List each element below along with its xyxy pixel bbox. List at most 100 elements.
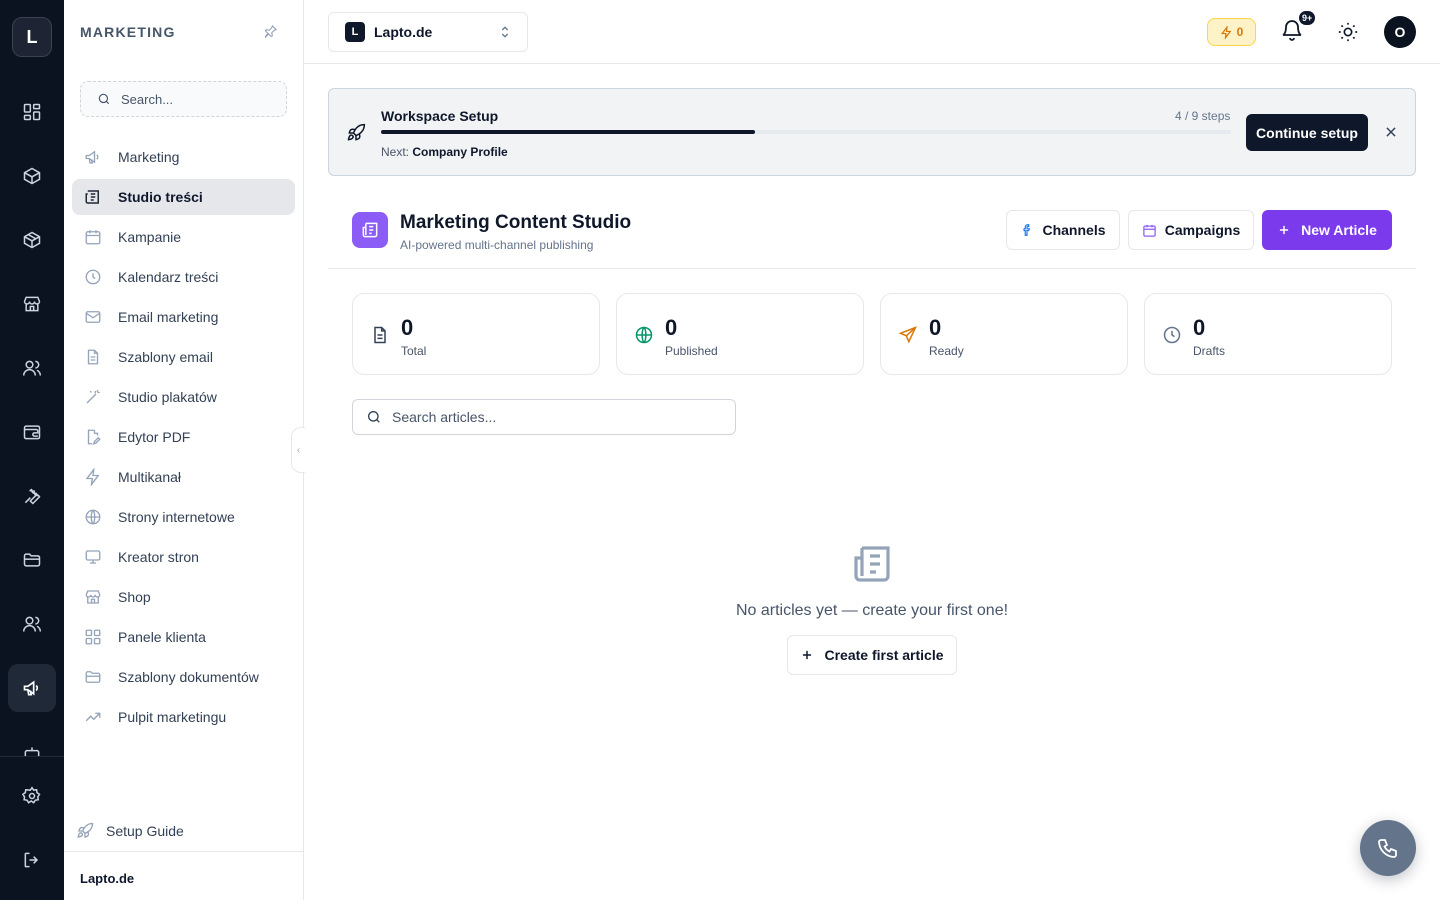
theme-toggle-button[interactable] xyxy=(1337,21,1359,43)
create-first-article-button[interactable]: Create first article xyxy=(787,635,957,675)
facebook-icon xyxy=(1023,224,1031,236)
sidebar-item-studio-tresci[interactable]: Studio treści xyxy=(72,179,295,215)
setup-next-label: Next: xyxy=(381,145,410,159)
campaigns-button[interactable]: Campaigns xyxy=(1128,210,1254,250)
megaphone-icon xyxy=(23,680,39,696)
sidebar-item-label: Studio treści xyxy=(118,189,203,205)
plus-icon xyxy=(803,650,812,660)
workspace-selector[interactable]: L Lapto.de xyxy=(328,12,528,52)
setup-next-step: Next: Company Profile xyxy=(381,145,508,159)
plus-icon xyxy=(1280,225,1289,235)
file-icon xyxy=(374,326,386,344)
file-text-icon xyxy=(87,349,99,365)
app-rail: L xyxy=(0,0,64,900)
continue-setup-button[interactable]: Continue setup xyxy=(1246,114,1368,151)
trending-up-icon xyxy=(85,712,101,722)
sidebar-item-label: Panele klienta xyxy=(118,629,206,645)
sidebar-search-input[interactable] xyxy=(121,91,271,107)
close-setup-button[interactable] xyxy=(1384,125,1398,139)
rail-contacts-button[interactable] xyxy=(8,344,56,392)
sidebar-item-szablony-dokumentow[interactable]: Szablony dokumentów xyxy=(72,659,295,695)
sidebar-item-email-marketing[interactable]: Email marketing xyxy=(72,299,295,335)
sidebar: MARKETING Marketing Studio treści Kampan… xyxy=(64,0,304,900)
sidebar-item-marketing[interactable]: Marketing xyxy=(72,139,295,175)
logout-icon xyxy=(24,852,39,868)
pin-icon xyxy=(264,24,278,39)
sidebar-item-pulpit-marketingu[interactable]: Pulpit marketingu xyxy=(72,699,295,735)
rail-team-button[interactable] xyxy=(8,600,56,648)
sidebar-item-label: Multikanał xyxy=(118,469,182,485)
rocket-icon xyxy=(347,123,366,141)
create-first-article-label: Create first article xyxy=(824,647,944,663)
sidebar-collapse-handle[interactable]: ‹ xyxy=(291,427,305,473)
pin-button[interactable] xyxy=(263,24,278,39)
stat-label: Ready xyxy=(929,344,964,358)
wand-icon xyxy=(86,389,100,404)
rail-tools-button[interactable] xyxy=(8,472,56,520)
stat-value: 0 xyxy=(929,315,942,340)
globe-icon xyxy=(85,509,101,525)
stat-card-published: 0 Published xyxy=(616,293,864,375)
chevron-up-down-icon xyxy=(501,26,509,38)
sidebar-item-panele-klienta[interactable]: Panele klienta xyxy=(72,619,295,655)
sidebar-item-shop[interactable]: Shop xyxy=(72,579,295,615)
sidebar-item-label: Marketing xyxy=(118,149,180,165)
sidebar-item-kampanie[interactable]: Kampanie xyxy=(72,219,295,255)
folder-icon xyxy=(23,553,41,567)
globe-icon xyxy=(635,326,653,344)
rail-logout-button[interactable] xyxy=(8,836,56,884)
chevron-left-icon: ‹ xyxy=(296,444,301,456)
call-support-button[interactable] xyxy=(1360,820,1416,876)
channels-button[interactable]: Channels xyxy=(1006,210,1120,250)
article-search[interactable] xyxy=(352,399,736,435)
sidebar-item-studio-plakatow[interactable]: Studio plakatów xyxy=(72,379,295,415)
sidebar-item-edytor-pdf[interactable]: Edytor PDF xyxy=(72,419,295,455)
sidebar-item-szablony-email[interactable]: Szablony email xyxy=(72,339,295,375)
page-subtitle: AI-powered multi-channel publishing xyxy=(400,238,594,252)
rail-dashboard-button[interactable] xyxy=(8,88,56,136)
rail-automation-button[interactable] xyxy=(8,734,56,756)
sidebar-title: MARKETING xyxy=(80,24,176,40)
newspaper-icon xyxy=(854,546,890,582)
setup-progress-bar xyxy=(381,130,1231,134)
grid-icon xyxy=(85,629,101,645)
rocket-icon xyxy=(77,822,94,838)
app-logo[interactable]: L xyxy=(12,17,52,57)
rail-store-button[interactable] xyxy=(8,280,56,328)
rail-products-button[interactable] xyxy=(8,152,56,200)
sidebar-item-label: Studio plakatów xyxy=(118,389,217,405)
rail-files-button[interactable] xyxy=(8,536,56,584)
credits-count: 0 xyxy=(1236,25,1244,39)
new-article-button[interactable]: New Article xyxy=(1262,210,1392,250)
setup-steps-count: 4 / 9 steps xyxy=(1175,109,1231,123)
sidebar-item-kreator-stron[interactable]: Kreator stron xyxy=(72,539,295,575)
sidebar-item-strony-internetowe[interactable]: Strony internetowe xyxy=(72,499,295,535)
store-icon xyxy=(85,590,101,604)
grid-icon xyxy=(23,103,41,121)
sidebar-item-label: Kreator stron xyxy=(118,549,199,565)
rail-inventory-button[interactable] xyxy=(8,216,56,264)
calendar-icon xyxy=(85,230,101,245)
rail-finance-button[interactable] xyxy=(8,408,56,456)
sidebar-item-multikanal[interactable]: Multikanał xyxy=(72,459,295,495)
credits-badge[interactable]: 0 xyxy=(1207,18,1256,46)
calendar-icon xyxy=(1143,224,1156,237)
rail-marketing-button[interactable] xyxy=(8,664,56,712)
article-search-input[interactable] xyxy=(392,409,722,425)
new-article-label: New Article xyxy=(1301,222,1377,238)
sidebar-footer-workspace: Lapto.de xyxy=(64,851,303,900)
mail-icon xyxy=(85,311,101,323)
stat-value: 0 xyxy=(665,315,678,340)
sidebar-item-kalendarz-tresci[interactable]: Kalendarz treści xyxy=(72,259,295,295)
user-avatar[interactable]: O xyxy=(1384,16,1416,48)
settings-icon xyxy=(22,786,41,804)
rail-divider xyxy=(0,756,64,757)
team-icon xyxy=(22,616,42,632)
rail-settings-button[interactable] xyxy=(8,772,56,820)
folder-icon xyxy=(85,671,101,683)
setup-guide-label: Setup Guide xyxy=(106,823,184,839)
newspaper-icon xyxy=(85,190,99,204)
sidebar-nav: Marketing Studio treści Kampanie Kalenda… xyxy=(72,139,295,739)
sidebar-search[interactable] xyxy=(80,81,287,117)
setup-guide-link[interactable]: Setup Guide xyxy=(76,822,184,840)
